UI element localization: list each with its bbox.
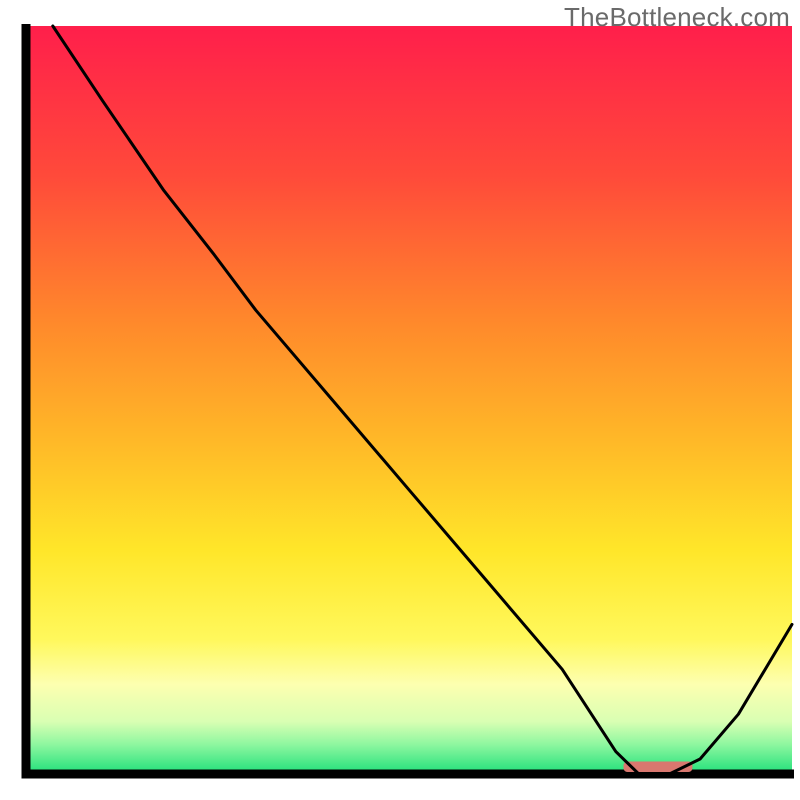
chart-svg (0, 0, 800, 800)
watermark-text: TheBottleneck.com (564, 2, 790, 33)
chart-container: TheBottleneck.com (0, 0, 800, 800)
chart-background (26, 26, 792, 774)
